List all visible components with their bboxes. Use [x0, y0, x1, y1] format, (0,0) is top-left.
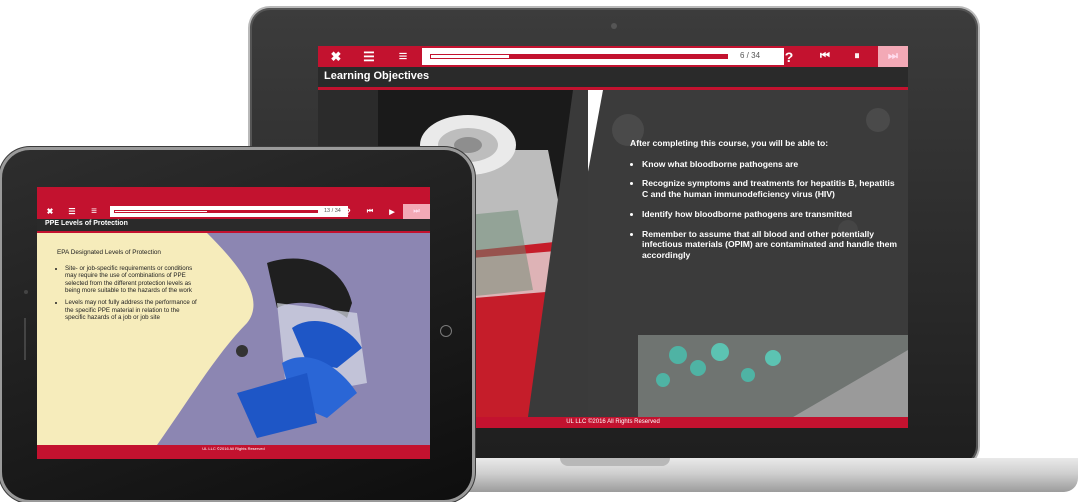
tablet-header-strip: [37, 187, 430, 204]
course-toolbar: ✖ ☰ ≡ 6 / 34 ? ⏮ ⏸ ⏭: [318, 46, 908, 67]
slide-bullets: Site- or job-specific requirements or co…: [51, 265, 201, 322]
slide-heading: EPA Designated Levels of Protection: [57, 249, 161, 256]
menu-button[interactable]: ☰: [65, 204, 79, 219]
forward-button[interactable]: ⏭: [403, 204, 430, 219]
slide-content: EPA Designated Levels of Protection Site…: [37, 233, 430, 445]
play-button[interactable]: ▶: [385, 204, 399, 219]
objectives-list: Know what bloodborne pathogens are Recog…: [630, 159, 900, 261]
page-indicator: 6 / 34: [740, 51, 761, 60]
forward-button[interactable]: ⏭: [878, 46, 908, 67]
objective-item: Identify how bloodborne pathogens are tr…: [642, 209, 900, 220]
list-button[interactable]: ≡: [87, 204, 101, 219]
objective-item: Remember to assume that all blood and ot…: [642, 229, 900, 261]
progress-fill: [114, 210, 208, 213]
help-button[interactable]: ?: [778, 46, 800, 67]
slide-title: PPE Levels of Protection: [45, 220, 128, 227]
progress-panel: 13 / 34: [110, 206, 348, 217]
laptop-notch: [560, 458, 670, 466]
tablet-toolbar: ✖ ☰ ≡ 13 / 34 ? ⏮ ▶ ⏭: [37, 204, 430, 219]
progress-bar: [430, 54, 728, 59]
slide-title: Learning Objectives: [324, 70, 430, 82]
progress-bar: [114, 210, 318, 213]
slide-text: EPA Designated Levels of Protection Site…: [51, 249, 201, 327]
slide-title-bar: Learning Objectives: [318, 67, 908, 90]
rewind-button[interactable]: ⏮: [814, 46, 836, 67]
page-indicator: 13 / 34: [324, 208, 341, 214]
bullet-item: Levels may not fully address the perform…: [65, 299, 201, 321]
objectives-text: After completing this course, you will b…: [630, 138, 900, 270]
progress-fill: [430, 54, 511, 59]
copyright-footer: UL LLC ©2016 All Rights Reserved: [37, 445, 430, 453]
slide-title-bar: PPE Levels of Protection: [37, 219, 430, 233]
close-button[interactable]: ✖: [326, 46, 346, 67]
tablet-screen: ✖ ☰ ≡ 13 / 34 ? ⏮ ▶ ⏭ PPE Levels of Prot…: [37, 187, 430, 459]
bullet-item: Site- or job-specific requirements or co…: [65, 265, 201, 295]
rewind-button[interactable]: ⏮: [363, 204, 377, 219]
webcam: [611, 23, 617, 29]
objectives-intro: After completing this course, you will b…: [630, 138, 829, 148]
tablet-side-button: [24, 318, 26, 360]
close-button[interactable]: ✖: [43, 204, 57, 219]
progress-panel: 6 / 34: [422, 48, 784, 65]
objective-item: Know what bloodborne pathogens are: [642, 159, 900, 170]
menu-button[interactable]: ☰: [358, 46, 380, 67]
objective-item: Recognize symptoms and treatments for he…: [642, 178, 900, 199]
pause-button[interactable]: ⏸: [846, 46, 868, 67]
home-button[interactable]: [440, 325, 452, 337]
tablet-camera: [24, 290, 28, 294]
list-button[interactable]: ≡: [392, 46, 414, 67]
tablet-bottom-strip: [37, 453, 430, 459]
help-button[interactable]: ?: [341, 204, 355, 219]
